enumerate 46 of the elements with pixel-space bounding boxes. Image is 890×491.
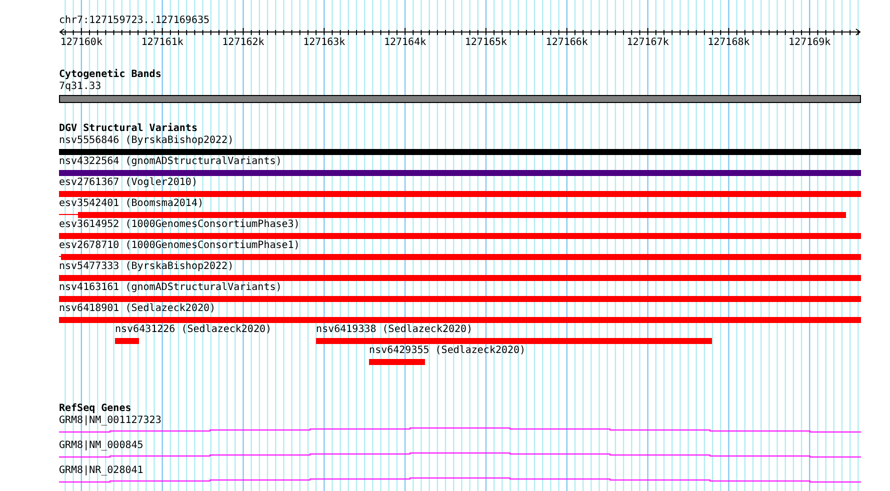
variant-bar[interactable] (59, 317, 861, 323)
variant-bar[interactable] (316, 338, 712, 344)
ruler-tick-label: 127167k (626, 37, 669, 49)
variant-label[interactable]: esv3614952 (1000GenomesConsortiumPhase3) (59, 219, 861, 231)
ruler-tick-label: 127165k (464, 37, 508, 49)
gene-label[interactable]: GRM8|NM_000845 (59, 440, 861, 452)
location-label: chr7:127159723..127169635 (59, 14, 211, 27)
variant-bar[interactable] (59, 296, 861, 302)
variant-label[interactable]: nsv5477333 (ByrskaBishop2022) (59, 261, 861, 273)
variant-bar[interactable] (59, 191, 861, 197)
band-label: 7q31.33 (59, 81, 102, 93)
variant-bar[interactable] (59, 170, 861, 176)
variant-bar[interactable] (114, 338, 139, 344)
gene-label[interactable]: GRM8|NM_001127323 (59, 415, 861, 427)
gene-label[interactable]: GRM8|NR_028041 (59, 465, 861, 477)
variant-extent-line (59, 214, 78, 215)
ruler-tick-label: 127164k (384, 37, 426, 49)
variant-label[interactable]: nsv6419338 (Sedlazeck2020) (316, 324, 712, 336)
track-title: RefSeq Genes (59, 403, 132, 415)
variant-label[interactable]: nsv4322564 (gnomADStructuralVariants) (59, 156, 861, 168)
ruler-tick-label: 127162k (222, 37, 264, 49)
gene-intron-line[interactable] (59, 452, 861, 458)
track-title: Cytogenetic Bands (59, 69, 162, 81)
ruler-tick-label: 127161k (141, 37, 184, 49)
variant-label[interactable]: nsv4163161 (gnomADStructuralVariants) (59, 282, 861, 294)
gene-intron-line[interactable] (59, 428, 861, 432)
ruler-tick-label: 127166k (546, 37, 588, 49)
ruler-tick-label: 127169k (788, 37, 831, 49)
variant-label[interactable]: esv3542401 (Boomsma2014) (59, 198, 846, 210)
variant-bar[interactable] (78, 212, 846, 218)
variant-bar[interactable] (59, 233, 861, 239)
ruler-tick-label: 127168k (708, 37, 750, 49)
variant-label[interactable]: nsv5556846 (ByrskaBishop2022) (59, 135, 861, 147)
variant-label[interactable]: nsv6418901 (Sedlazeck2020) (59, 303, 861, 315)
variant-bar[interactable] (61, 254, 861, 260)
variant-label[interactable]: esv2678710 (1000GenomesConsortiumPhase1) (59, 240, 861, 252)
variant-bar[interactable] (59, 275, 861, 281)
gene-intron-line[interactable] (59, 478, 861, 482)
ruler-tick-label: 127160k (60, 37, 102, 49)
variant-label[interactable]: esv2761367 (Vogler2010) (59, 177, 861, 189)
track-title: DGV Structural Variants (59, 123, 198, 135)
variant-bar[interactable] (59, 149, 861, 155)
variant-bar[interactable] (369, 359, 426, 365)
variant-label[interactable]: nsv6431226 (Sedlazeck2020) (114, 324, 272, 336)
variant-label[interactable]: nsv6429355 (Sedlazeck2020) (369, 345, 526, 357)
ruler-tick-label: 127163k (303, 37, 346, 49)
